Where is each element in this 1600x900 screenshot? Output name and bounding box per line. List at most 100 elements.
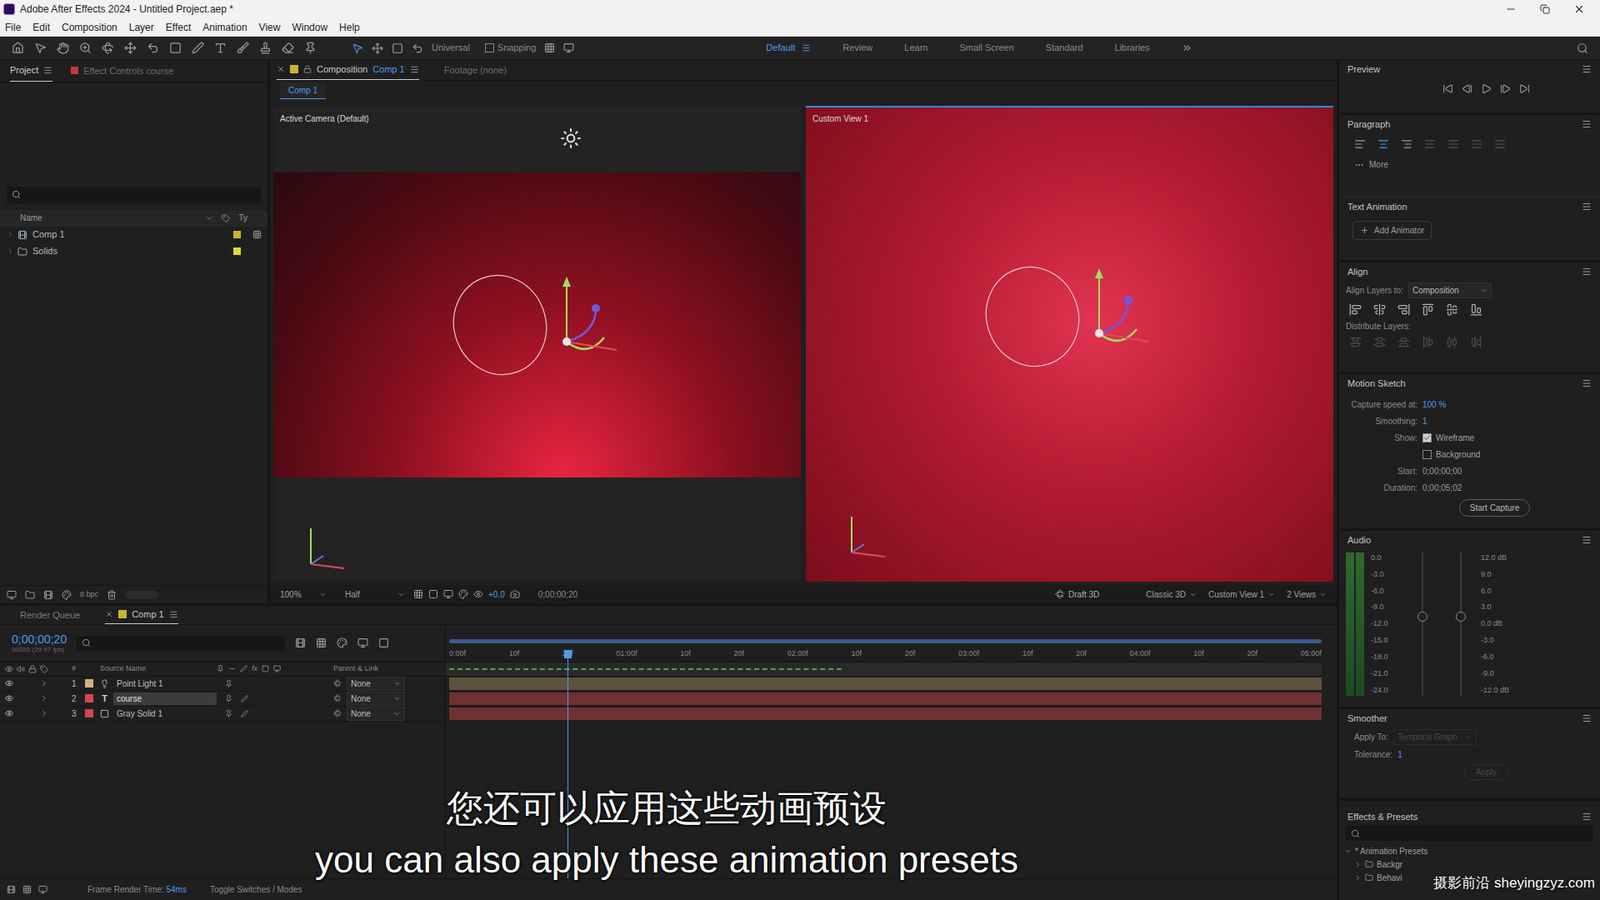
distribute-bottom-icon[interactable] xyxy=(1397,335,1410,349)
minimize-icon[interactable] xyxy=(1505,3,1517,15)
shy-switch-icon[interactable] xyxy=(225,695,233,703)
check-icon[interactable] xyxy=(1423,434,1431,442)
current-time[interactable]: 0;00;00;20 xyxy=(538,588,578,601)
search-help-icon[interactable] xyxy=(1576,42,1589,55)
draft-3d-icon[interactable] xyxy=(1055,589,1065,600)
expand-icon[interactable] xyxy=(6,230,15,239)
switch-icon[interactable] xyxy=(228,665,236,673)
search-icon[interactable] xyxy=(81,638,91,648)
motion-blur-icon[interactable] xyxy=(357,637,369,649)
work-area-bar[interactable] xyxy=(449,639,1322,644)
folder-icon[interactable] xyxy=(1365,873,1374,882)
parent-dropdown[interactable]: None xyxy=(346,706,405,721)
layer-bar[interactable] xyxy=(445,706,1322,722)
panel-menu-icon[interactable] xyxy=(1581,266,1592,277)
frame-blending-icon[interactable] xyxy=(336,637,348,649)
panel-tab[interactable]: Render Queue xyxy=(20,606,80,625)
flowchart-icon[interactable] xyxy=(22,885,32,895)
start-capture-button[interactable]: Start Capture xyxy=(1459,499,1530,517)
project-settings-icon[interactable] xyxy=(61,590,72,600)
snapping-checkbox[interactable]: Snapping xyxy=(485,40,537,55)
distribute-v-center-icon[interactable] xyxy=(1373,335,1386,349)
clone-stamp-icon[interactable] xyxy=(259,41,272,55)
panel-menu-icon[interactable] xyxy=(1581,119,1592,130)
previous-frame-icon[interactable] xyxy=(1461,83,1473,95)
composition-icon[interactable] xyxy=(17,230,28,240)
pick-whip-icon[interactable] xyxy=(333,709,342,718)
align-right-text-icon[interactable] xyxy=(1400,138,1413,150)
dropdown-icon[interactable] xyxy=(393,710,401,718)
shy-switch-icon[interactable] xyxy=(225,710,233,718)
quality-switch-icon[interactable] xyxy=(240,695,249,703)
comp-type-icon[interactable] xyxy=(252,230,262,240)
color-icon[interactable] xyxy=(458,589,469,600)
align-v-center-icon[interactable] xyxy=(1445,303,1459,316)
align-bottom-icon[interactable] xyxy=(1470,303,1483,316)
align-top-icon[interactable] xyxy=(1421,303,1435,316)
new-comp-icon[interactable] xyxy=(43,590,54,600)
transform-gizmo-icon[interactable] xyxy=(974,250,1166,384)
parent-dropdown[interactable]: None xyxy=(346,691,405,706)
effect-switch[interactable]: fx xyxy=(251,663,258,675)
lock-icon[interactable] xyxy=(303,65,312,74)
expand-icon[interactable] xyxy=(40,694,49,703)
workspace-tab[interactable]: Standard xyxy=(1045,40,1084,55)
column-header[interactable]: Ty xyxy=(238,211,248,225)
effects-search[interactable] xyxy=(1345,825,1594,841)
more-icon[interactable] xyxy=(1354,160,1365,170)
expand-icon[interactable] xyxy=(40,709,49,718)
volume-slider[interactable] xyxy=(1455,552,1466,696)
folder-icon[interactable] xyxy=(1365,860,1374,869)
option-checkbox[interactable]: Background xyxy=(1422,448,1480,461)
close-tab-icon[interactable] xyxy=(105,610,114,619)
last-frame-icon[interactable] xyxy=(1519,83,1530,95)
panel-tab[interactable]: Project xyxy=(10,60,53,82)
toggle-switches[interactable]: Toggle Switches / Modes xyxy=(210,883,303,896)
justify-right-icon[interactable] xyxy=(1470,138,1483,150)
graph-editor-icon[interactable] xyxy=(378,637,390,649)
zoom-tool-icon[interactable] xyxy=(79,41,92,55)
dropdown-icon[interactable] xyxy=(1480,286,1488,295)
switch-icon[interactable] xyxy=(216,665,225,673)
folder-icon[interactable] xyxy=(17,246,28,257)
workspace-menu-icon[interactable] xyxy=(801,43,811,53)
snapshot-icon[interactable] xyxy=(510,589,520,600)
distribute-right-icon[interactable] xyxy=(1470,335,1483,349)
show-channel-icon[interactable] xyxy=(473,589,484,600)
workspace-tab[interactable]: Small Screen xyxy=(959,40,1014,55)
search-icon[interactable] xyxy=(11,190,21,200)
workspace-tab[interactable]: Libraries xyxy=(1115,40,1150,55)
dropdown-icon[interactable] xyxy=(1189,590,1197,599)
project-item[interactable]: Comp 1 xyxy=(0,226,268,244)
distribute-top-icon[interactable] xyxy=(1349,335,1362,349)
shy-switch-icon[interactable] xyxy=(225,680,233,688)
menu-item[interactable]: Composition xyxy=(61,20,118,35)
distribute-left-icon[interactable] xyxy=(1421,335,1435,349)
expand-icon[interactable] xyxy=(1344,847,1352,855)
menu-item[interactable]: View xyxy=(259,20,281,35)
sketch-value[interactable]: 1 xyxy=(1422,415,1428,428)
comp-flowchart-icon[interactable] xyxy=(295,637,306,649)
exposure-value[interactable]: +0.0 xyxy=(488,588,505,601)
label-color[interactable] xyxy=(233,247,241,255)
axis-move-icon[interactable] xyxy=(371,42,384,55)
menu-item[interactable]: File xyxy=(5,20,21,35)
menu-item[interactable]: Animation xyxy=(202,20,247,35)
switch-icon[interactable] xyxy=(240,665,248,673)
expand-icon[interactable] xyxy=(1354,874,1362,882)
label-color[interactable] xyxy=(233,230,241,239)
eraser-icon[interactable] xyxy=(281,41,295,55)
orbit-camera-icon[interactable] xyxy=(101,41,115,55)
light-icon[interactable] xyxy=(560,127,582,150)
column-header[interactable]: # xyxy=(71,663,100,675)
panel-menu-icon[interactable] xyxy=(169,610,179,620)
layer-search[interactable] xyxy=(76,635,285,651)
layer-label-color[interactable] xyxy=(85,679,94,688)
more-button[interactable]: More xyxy=(1339,155,1600,175)
hand-tool-icon[interactable] xyxy=(56,41,70,55)
renderer-dropdown[interactable]: Classic 3D xyxy=(1142,588,1200,601)
workspace-tab[interactable]: Review xyxy=(842,40,873,55)
home-icon[interactable] xyxy=(11,41,25,55)
panel-tab[interactable]: CompositionComp 1 xyxy=(276,60,420,80)
tolerance-value[interactable]: 1 xyxy=(1397,748,1403,761)
